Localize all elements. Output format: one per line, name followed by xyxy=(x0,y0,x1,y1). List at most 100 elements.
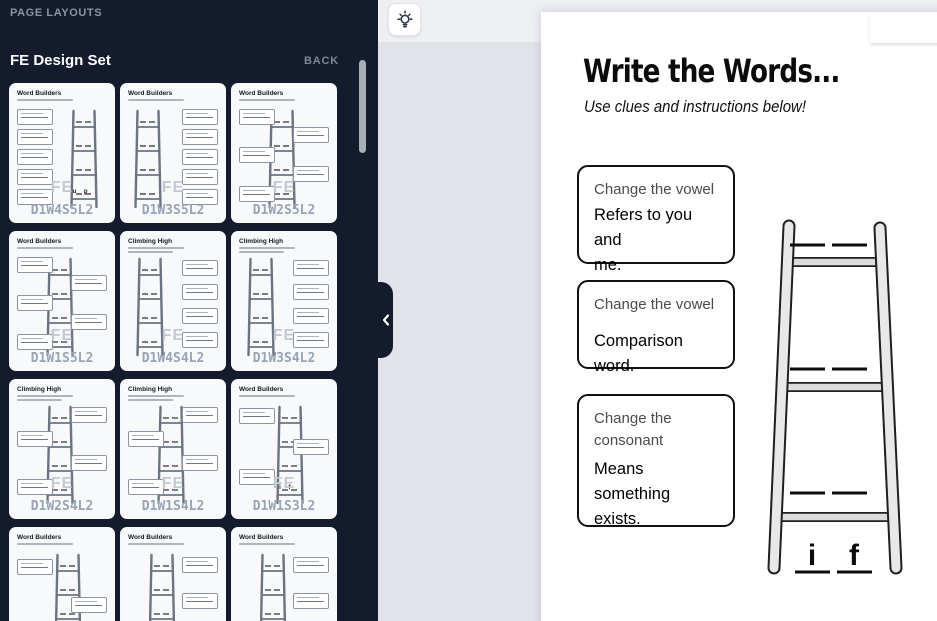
thumbnail-clue-box xyxy=(17,431,53,447)
sidebar-collapse-handle[interactable] xyxy=(378,282,393,358)
thumbnail-watermark: FE xyxy=(9,475,115,493)
thumbnail-clue-box xyxy=(293,557,329,573)
mini-ladder-icon xyxy=(147,553,177,621)
thumbnail-title: Climbing High xyxy=(128,238,172,245)
thumbnail-title: Climbing High xyxy=(239,238,283,245)
clue-box[interactable]: Change the vowel Comparison word. xyxy=(577,280,735,369)
thumbnail-clue-box xyxy=(71,275,107,291)
thumbnail-clue-box xyxy=(293,284,329,300)
design-set-title: FE Design Set xyxy=(10,52,111,69)
thumbnail-subtitle-lines xyxy=(17,247,89,251)
thumbnail-clue-box xyxy=(293,260,329,276)
page-subtitle[interactable]: Use clues and instructions below! xyxy=(584,97,806,117)
page-title[interactable]: Write the Words... xyxy=(583,52,840,90)
thumbnail-title: Word Builders xyxy=(239,386,283,393)
thumbnail-watermark: FE xyxy=(231,475,337,493)
clue-instruction: Change the vowel xyxy=(594,179,718,201)
sidebar-header: PAGE LAYOUTS xyxy=(10,7,102,19)
thumbnail-clue-box xyxy=(182,308,218,324)
thumbnail-watermark: FE xyxy=(120,179,226,197)
thumbnail-subtitle-lines xyxy=(239,395,311,399)
ladder-rungs xyxy=(778,262,892,517)
thumbnail-subtitle-lines xyxy=(239,543,311,547)
layout-thumbnail[interactable]: Word Builders i f FE D1W1S3L2 xyxy=(231,379,337,519)
thumbnail-clue-box xyxy=(293,127,329,143)
app-window: PAGE LAYOUTS FE Design Set BACK Word Bui… xyxy=(0,0,937,621)
page-layouts-sidebar: PAGE LAYOUTS FE Design Set BACK Word Bui… xyxy=(0,0,378,621)
thumbnail-watermark: FE xyxy=(231,179,337,197)
thumbnail-watermark: FE xyxy=(231,327,337,345)
layout-thumbnail[interactable]: Climbing High FE D1W2S4L2 xyxy=(9,379,115,519)
thumbnail-clue-box xyxy=(17,559,53,575)
back-button[interactable]: BACK xyxy=(304,55,339,67)
layout-thumbnail[interactable]: Word Builders FE D1W1S5L2 xyxy=(9,231,115,371)
thumbnail-title: Word Builders xyxy=(17,534,61,541)
thumbnail-art xyxy=(17,553,107,621)
thumbnail-clue-box xyxy=(182,109,218,125)
thumbnail-code: D1W3S5L2 xyxy=(120,203,226,218)
thumbnail-title: Word Builders xyxy=(17,90,61,97)
thumbnail-watermark: FE xyxy=(120,327,226,345)
thumbnail-subtitle-lines xyxy=(17,543,89,547)
thumbnail-watermark: FE xyxy=(9,327,115,345)
thumbnail-subtitle-lines xyxy=(239,247,311,255)
thumbnail-clue-box xyxy=(182,557,218,573)
thumbnail-clue-box xyxy=(17,109,53,125)
layout-thumbnail[interactable]: Word Builders FE xyxy=(231,527,337,621)
thumbnail-clue-box xyxy=(182,593,218,609)
layout-thumbnail[interactable]: Word Builders u p FE D1W4S5L2 xyxy=(9,83,115,223)
thumbnail-clue-box xyxy=(182,455,218,471)
thumbnail-clue-box xyxy=(17,295,53,311)
layout-thumbnail[interactable]: Word Builders FE xyxy=(120,527,226,621)
thumbnail-clue-box xyxy=(182,284,218,300)
thumbnail-art xyxy=(128,553,218,621)
thumbnail-clue-box xyxy=(71,455,107,471)
clue-box[interactable]: Change the consonant Means something exi… xyxy=(577,394,735,527)
thumbnail-subtitle-lines xyxy=(128,247,200,255)
clue-instruction: Change the consonant xyxy=(594,408,718,452)
thumbnail-subtitle-lines xyxy=(128,99,200,103)
layout-thumbnail[interactable]: Word Builders FE D1W2S5L2 xyxy=(231,83,337,223)
thumbnail-clue-box xyxy=(182,149,218,165)
thumbnail-clue-box xyxy=(128,431,164,447)
thumbnail-clue-box xyxy=(71,597,107,613)
thumbnail-clue-box xyxy=(293,308,329,324)
ladder-letter: i xyxy=(808,539,816,572)
thumbnail-art xyxy=(239,553,329,621)
thumbnail-subtitle-lines xyxy=(17,395,89,403)
thumbnail-code: D1W2S5L2 xyxy=(231,203,337,218)
answer-blanks xyxy=(790,245,872,572)
lightbulb-icon xyxy=(395,10,415,30)
layout-thumbnail[interactable]: Climbing High FE D1W1S4L2 xyxy=(120,379,226,519)
thumbnail-clue-box xyxy=(239,408,275,424)
floating-panel-partial xyxy=(870,13,937,43)
thumbnail-subtitle-lines xyxy=(128,395,200,403)
chevron-left-icon xyxy=(381,313,391,327)
thumbnail-watermark: FE xyxy=(9,179,115,197)
thumbnail-title: Word Builders xyxy=(128,90,172,97)
sidebar-scrollbar-thumb[interactable] xyxy=(359,60,366,153)
thumbnail-code: D1W1S5L2 xyxy=(9,351,115,366)
thumbnail-clue-box xyxy=(71,407,107,423)
layout-thumbnail[interactable]: Word Builders FE D1W3S5L2 xyxy=(120,83,226,223)
canvas-area: Write the Words... Use clues and instruc… xyxy=(378,0,937,621)
thumbnail-subtitle-lines xyxy=(17,99,89,103)
thumbnail-watermark: FE xyxy=(120,475,226,493)
thumbnail-clue-box xyxy=(293,439,329,455)
thumbnail-code: D1W4S5L2 xyxy=(9,203,115,218)
thumbnail-title: Climbing High xyxy=(128,386,172,393)
thumbnail-title: Word Builders xyxy=(128,534,172,541)
tips-button[interactable] xyxy=(388,3,421,36)
thumbnail-clue-box xyxy=(239,147,275,163)
layout-thumbnail[interactable]: Word Builders FE xyxy=(9,527,115,621)
clue-text: Refers to you and me. xyxy=(594,203,718,278)
clue-box[interactable]: Change the vowel Refers to you and me. xyxy=(577,165,735,264)
clue-text: Means something exists. xyxy=(594,457,718,532)
layout-thumbnail[interactable]: Climbing High FE D1W3S4L2 xyxy=(231,231,337,371)
thumbnail-title: Word Builders xyxy=(239,534,283,541)
thumbnail-subtitle-lines xyxy=(239,99,311,103)
clue-text: Comparison word. xyxy=(594,329,718,379)
ladder-illustration[interactable]: i f xyxy=(759,210,937,592)
layout-thumbnail[interactable]: Climbing High FE D1W4S4L2 xyxy=(120,231,226,371)
worksheet-page[interactable]: Write the Words... Use clues and instruc… xyxy=(541,12,937,621)
